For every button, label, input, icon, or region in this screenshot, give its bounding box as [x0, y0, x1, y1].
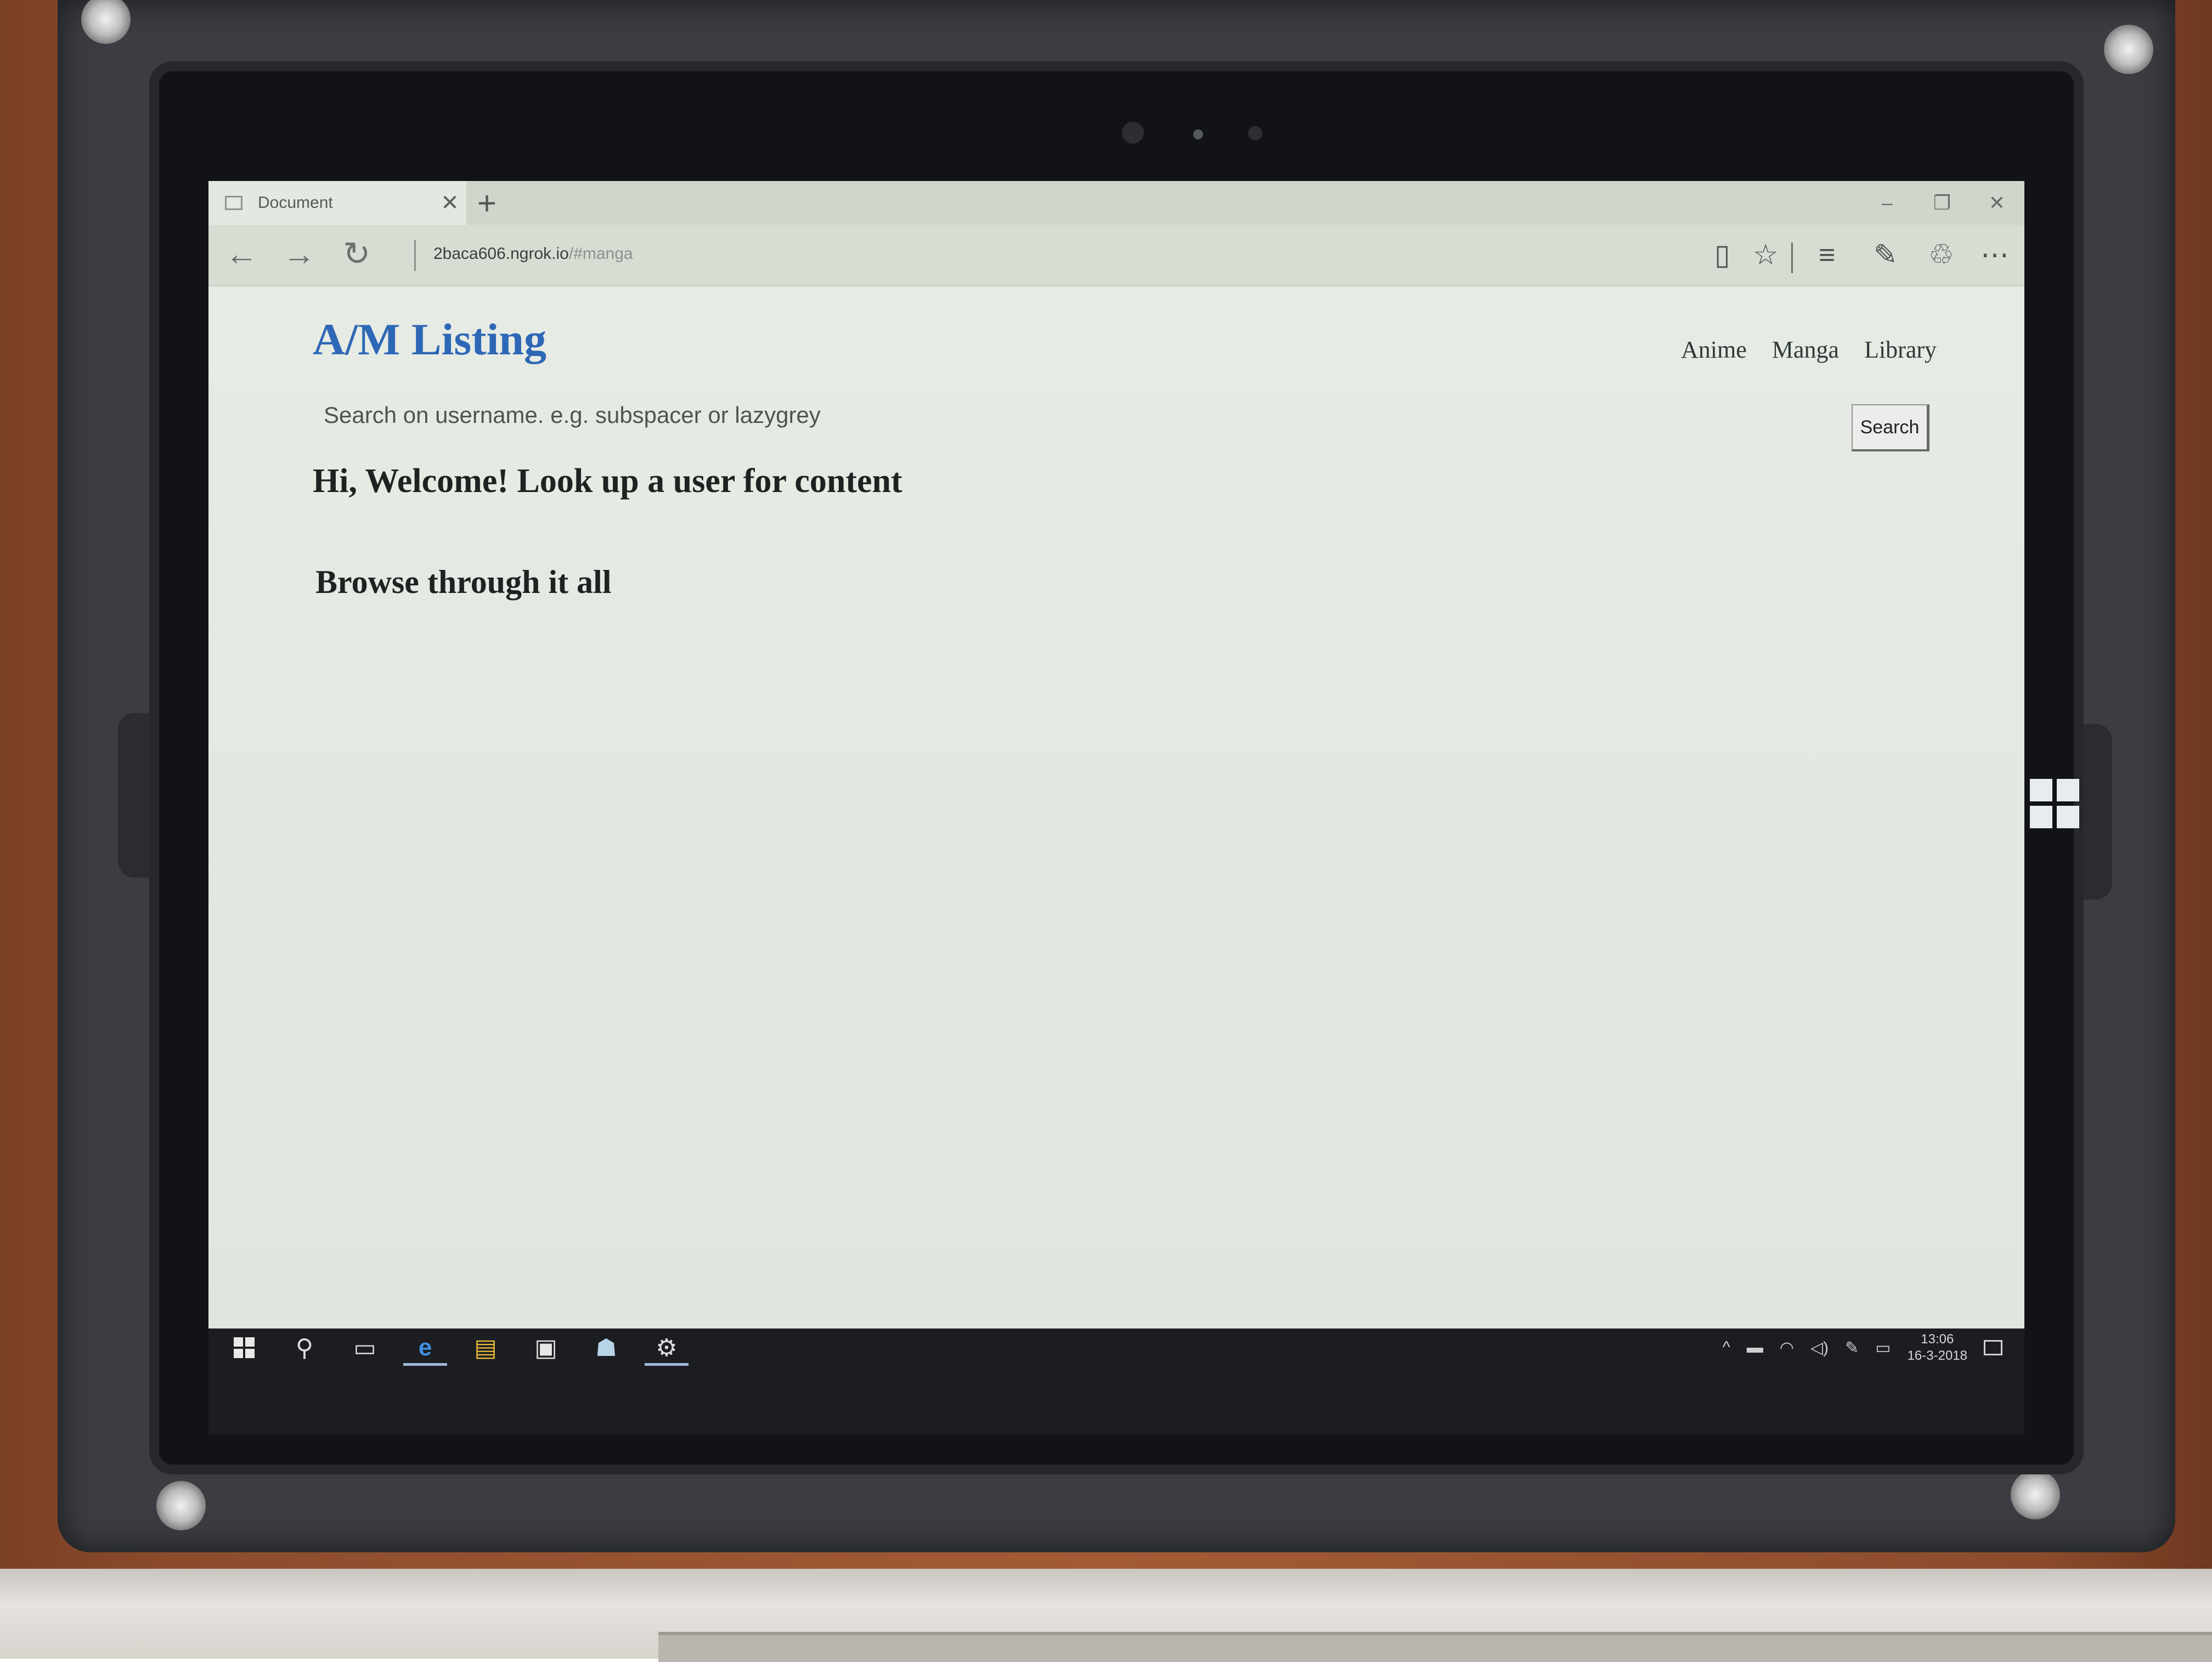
taskbar-app-store[interactable]: ▣: [516, 1329, 576, 1367]
divider: [414, 240, 416, 271]
browser-address-bar: ← → ↻ 2baca606.ngrok.io/#manga ▯ ☆ ≡ ✎ ♲…: [208, 225, 2024, 286]
nav-link-manga[interactable]: Manga: [1772, 336, 1839, 364]
volume-icon[interactable]: ◁): [1810, 1338, 1829, 1358]
address-field[interactable]: 2baca606.ngrok.io/#manga: [433, 245, 633, 263]
mount-screw: [156, 1481, 206, 1530]
windows-taskbar: ⚲ ▭ e ▤ ▣ ☗ ⚙ ^ ▬ ◠ ◁) ✎ ▭ 13:06 16-3-20…: [208, 1329, 2024, 1434]
more-icon[interactable]: ⋯: [1980, 236, 2009, 274]
window-controls: – ❐ ✕: [1860, 181, 2024, 225]
gear-icon: ⚙: [656, 1334, 678, 1361]
back-icon[interactable]: ←: [225, 235, 258, 273]
welcome-heading: Hi, Welcome! Look up a user for content: [313, 462, 902, 500]
desk-edge: [658, 1632, 2212, 1662]
folder-icon: ▤: [474, 1334, 497, 1361]
nav-link-library[interactable]: Library: [1864, 336, 1937, 364]
browse-heading: Browse through it all: [315, 564, 612, 600]
windows-hardware-button-icon[interactable]: [2030, 779, 2079, 828]
camera-lens: [1193, 129, 1203, 139]
start-button[interactable]: [214, 1329, 274, 1367]
tablet-screen: Document ✕ + – ❐ ✕ ← → ↻ 2baca606.ngrok.…: [208, 181, 2024, 1434]
refresh-icon[interactable]: ↻: [343, 235, 370, 273]
action-center-icon[interactable]: [1984, 1340, 2002, 1355]
touch-keyboard-icon[interactable]: ▭: [1875, 1338, 1891, 1358]
divider: [1791, 242, 1793, 273]
close-window-icon[interactable]: ✕: [1970, 191, 2024, 214]
forward-icon[interactable]: →: [283, 235, 315, 273]
close-tab-icon[interactable]: ✕: [433, 192, 466, 214]
browser-tab[interactable]: Document ✕: [208, 181, 466, 225]
restore-icon[interactable]: ❐: [1915, 191, 1970, 214]
reading-view-icon[interactable]: ▯: [1714, 236, 1730, 274]
store-bag-icon: ▣: [534, 1334, 557, 1361]
clock[interactable]: 13:06 16-3-2018: [1908, 1331, 1967, 1364]
clock-time: 13:06: [1921, 1332, 1954, 1347]
wifi-icon[interactable]: ◠: [1780, 1338, 1794, 1358]
system-tray: ^ ▬ ◠ ◁) ✎ ▭ 13:06 16-3-2018: [1723, 1329, 2002, 1367]
camera-sensor: [1122, 122, 1144, 144]
app-icon: ☗: [595, 1334, 617, 1361]
chevron-up-icon[interactable]: ^: [1723, 1338, 1730, 1357]
mount-screw: [2104, 25, 2153, 74]
hub-icon[interactable]: ≡: [1819, 236, 1835, 274]
edge-icon: e: [418, 1334, 432, 1361]
taskbar-search[interactable]: ⚲: [274, 1329, 335, 1367]
search-button[interactable]: Search: [1852, 404, 1929, 451]
search-icon: ⚲: [295, 1334, 314, 1361]
username-search-input[interactable]: [318, 396, 1756, 434]
photo-background: Document ✕ + – ❐ ✕ ← → ↻ 2baca606.ngrok.…: [0, 0, 2212, 1662]
url-path: /#manga: [568, 245, 633, 263]
taskbar-app-settings[interactable]: ⚙: [636, 1329, 697, 1367]
taskbar-app-file-explorer[interactable]: ▤: [455, 1329, 516, 1367]
new-tab-icon[interactable]: +: [477, 184, 496, 223]
url-host: 2baca606.ngrok.io: [433, 245, 569, 263]
mount-screw: [2011, 1470, 2060, 1519]
page-icon: [225, 196, 242, 210]
taskbar-app-edge[interactable]: e: [395, 1329, 455, 1367]
clock-date: 16-3-2018: [1907, 1348, 1967, 1363]
taskbar-app-unknown[interactable]: ☗: [576, 1329, 636, 1367]
site-title[interactable]: A/M Listing: [313, 314, 546, 365]
camera-sensor: [1248, 126, 1262, 140]
web-note-icon[interactable]: ✎: [1874, 236, 1898, 274]
main-nav: Anime Manga Library: [1681, 336, 1937, 364]
minimize-icon[interactable]: –: [1860, 191, 1915, 214]
share-icon[interactable]: ♲: [1928, 236, 1954, 274]
nav-link-anime[interactable]: Anime: [1681, 336, 1747, 364]
browser-tab-bar: Document ✕ + – ❐ ✕: [208, 181, 2024, 225]
pen-icon[interactable]: ✎: [1845, 1338, 1859, 1358]
favorite-star-icon[interactable]: ☆: [1753, 236, 1779, 274]
task-view-button[interactable]: ▭: [335, 1329, 395, 1367]
battery-icon[interactable]: ▬: [1747, 1338, 1763, 1357]
tab-title: Document: [258, 194, 333, 212]
windows-start-icon: [234, 1337, 255, 1358]
task-view-icon: ▭: [353, 1334, 376, 1361]
web-page: A/M Listing Anime Manga Library Search H…: [208, 286, 2024, 1329]
